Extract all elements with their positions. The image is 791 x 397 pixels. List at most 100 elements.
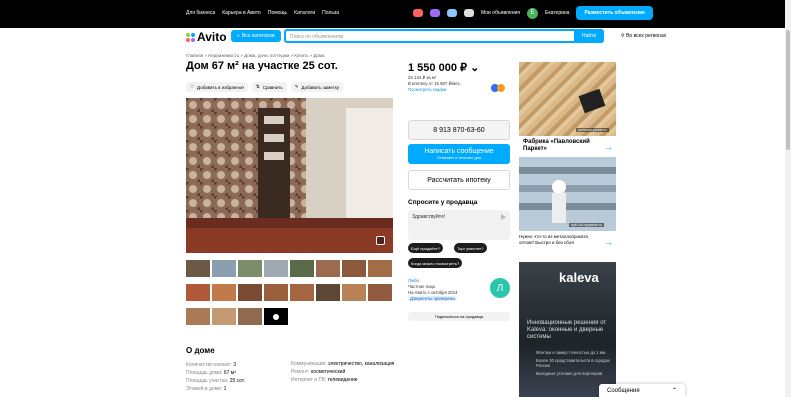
show-phone-button[interactable]: 8 913 870-63-60 (408, 120, 510, 140)
price: 1 550 000 ₽ ⌄ (408, 61, 479, 74)
thumbnail[interactable] (316, 284, 340, 301)
add-favorite-button[interactable]: ♡ Добавить в избранное (186, 82, 248, 92)
add-note-button[interactable]: ✎ Добавить заметку (290, 82, 344, 92)
write-message-label: Написать сообщение (424, 148, 494, 155)
property-value: 1 (223, 386, 227, 392)
thumbnail[interactable] (264, 284, 288, 301)
chip-still-selling[interactable]: Ещё продаёте? (408, 243, 443, 253)
main-photo-image (186, 98, 393, 253)
search-placeholder: Поиск по объявлениям (290, 34, 344, 40)
region-label: Во всех регионах (626, 33, 667, 39)
bank-badges (491, 84, 507, 92)
write-message-sub: Отвечает в течение дня (436, 155, 482, 160)
thumbnail[interactable] (238, 260, 262, 277)
chevron-down-icon[interactable]: ⌄ (470, 62, 479, 74)
ad-metal-title: Нужно что-то из металлопроката оптом? Бы… (519, 234, 588, 245)
view-offers-link[interactable]: Посмотреть скидки (408, 87, 461, 93)
ad-parquet-caption: pavlovsk-parket.ru (576, 128, 609, 132)
write-message-button[interactable]: Написать сообщение Отвечает в течение дн… (408, 144, 510, 164)
link-career[interactable]: Карьера в Авито (222, 10, 261, 16)
thumbnail[interactable] (264, 260, 288, 277)
thumbnail[interactable] (238, 284, 262, 301)
link-catalogs[interactable]: Каталоги (294, 10, 315, 16)
all-categories-label: Все категории (241, 33, 275, 39)
page-title: Дом 67 м² на участке 25 сот. (186, 60, 338, 72)
username[interactable]: Екатерина (545, 10, 569, 16)
calculate-mortgage-button[interactable]: Рассчитать ипотеку (408, 170, 510, 190)
thumbnail[interactable] (186, 308, 210, 325)
thumbnail[interactable] (212, 260, 236, 277)
property-key: Этажей в доме: (186, 386, 223, 392)
send-icon[interactable] (501, 214, 506, 220)
favorites-icon[interactable] (413, 9, 423, 17)
video-thumbnail[interactable] (264, 308, 288, 325)
breadcrumb[interactable]: Главная » Недвижимость » Дома, дачи, кот… (186, 53, 325, 58)
my-ads-link[interactable]: Мои объявления (481, 10, 520, 16)
property-value: 3 (233, 362, 236, 368)
arrow-right-icon: → (604, 237, 613, 247)
link-business[interactable]: Для бизнеса (186, 10, 215, 16)
top-links: Для бизнеса Карьера в Авито Помощь Катал… (186, 10, 339, 16)
chat-icon[interactable] (447, 9, 457, 17)
thumbnail[interactable] (212, 284, 236, 301)
notifications-icon[interactable] (430, 9, 440, 17)
main-photo[interactable] (186, 98, 393, 253)
compare-button[interactable]: ⇅ Сравнить (251, 82, 287, 92)
ad-kaleva[interactable]: kaleva Инновационные решения от Kaleva: … (519, 262, 616, 397)
price-value: 1 550 000 ₽ (408, 62, 467, 74)
ad-kaleva-point: Монтаж и замер точностью до 1 мм (536, 350, 606, 355)
ad-metal[interactable]: spb.l-kit-splyanke.ru Нужно что-то из ме… (519, 157, 616, 257)
seller-avatar[interactable]: Л (490, 278, 510, 298)
property-key: Коммуникации: (291, 361, 327, 367)
subscribe-seller-button[interactable]: Подписаться на продавца (408, 312, 510, 321)
thumbnail[interactable] (186, 260, 210, 277)
about-house-heading: О доме (186, 346, 215, 355)
chevron-up-icon[interactable]: ⌃ (672, 387, 677, 394)
link-benefit[interactable]: Польза (322, 10, 339, 16)
search-icon: ⌕ (237, 33, 240, 39)
property-value: телевидение (327, 377, 358, 383)
ad-parquet-image: pavlovsk-parket.ru (519, 62, 616, 136)
thumbnail[interactable] (290, 260, 314, 277)
top-right-controls: Мои объявления Е Екатерина Разместить об… (413, 6, 653, 20)
user-avatar[interactable]: Е (527, 7, 538, 19)
chip-when-view[interactable]: Когда можно посмотреть? (408, 258, 463, 268)
fullscreen-icon[interactable] (376, 236, 385, 245)
thumbnail[interactable] (342, 260, 366, 277)
price-meta: 23 134 ₽ за м² В ипотеку от 15 907 ₽/мес… (408, 75, 461, 93)
property-row: Интернет и ТВ: телевидение (291, 377, 401, 383)
ask-seller-input[interactable]: Здравствуйте! (408, 210, 510, 240)
ad-metal-caption: spb.l-kit-splyanke.ru (569, 223, 605, 227)
thumbnail[interactable] (212, 308, 236, 325)
ask-seller-text: Здравствуйте! (412, 214, 446, 220)
seller-verified-badge: Документы проверены (408, 296, 458, 301)
search-input[interactable]: Поиск по объявлениям Найти (284, 29, 604, 43)
thumbnail[interactable] (342, 284, 366, 301)
page-scrollbar[interactable] (785, 0, 791, 397)
thumbnail[interactable] (368, 260, 392, 277)
property-key: Площадь дома: (186, 370, 223, 376)
cart-icon[interactable] (464, 9, 474, 17)
thumbnail[interactable] (238, 308, 262, 325)
scrollbar-thumb[interactable] (786, 30, 790, 150)
all-categories-button[interactable]: ⌕ Все категории (231, 30, 281, 42)
post-ad-button[interactable]: Разместить объявление (576, 6, 653, 20)
thumbnail[interactable] (368, 284, 392, 301)
thumbnail[interactable] (290, 284, 314, 301)
arrow-right-icon: → (604, 142, 613, 152)
messenger-panel[interactable]: Сообщения ⌃ (599, 384, 685, 397)
ask-seller-heading: Спросите у продавца (408, 199, 478, 206)
avito-logo[interactable]: Avito (186, 30, 227, 44)
ad-kaleva-tagline: Инновационные решения от Kaleva: оконные… (527, 320, 607, 340)
property-key: Интернет и ТВ: (291, 377, 327, 383)
property-row: Количество комнат: 3 (186, 361, 286, 369)
search-row: Avito ⌕ Все категории Поиск по объявлени… (186, 28, 786, 46)
link-help[interactable]: Помощь (268, 10, 287, 16)
ad-kaleva-brand: kaleva (559, 270, 599, 285)
region-selector[interactable]: ⚲ Во всех регионах (621, 33, 666, 39)
thumbnail[interactable] (186, 284, 210, 301)
find-button[interactable]: Найти (574, 29, 604, 43)
chip-bargain[interactable]: Торг уместен? (454, 243, 487, 253)
thumbnail[interactable] (316, 260, 340, 277)
property-value: 25 сот. (229, 378, 246, 384)
